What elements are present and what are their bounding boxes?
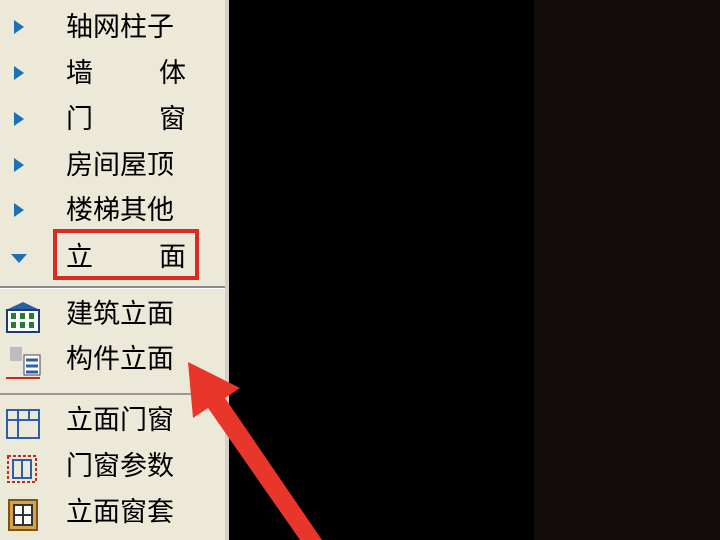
window-frame-icon (8, 499, 38, 531)
expand-arrow-icon (14, 112, 24, 126)
door-window-params-icon (7, 455, 37, 483)
category-label-right: 窗 (159, 104, 186, 135)
menu-item-window-frame[interactable]: 立面窗套 (0, 490, 225, 536)
elevation-door-window-icon (6, 409, 40, 439)
drawing-canvas[interactable] (229, 0, 534, 540)
category-axis-column[interactable]: 轴网柱子 (0, 6, 225, 50)
building-elevation-icon (6, 302, 40, 333)
category-label-left: 门 (66, 104, 93, 135)
menu-item-label: 构件立面 (66, 344, 174, 375)
category-label-left: 墙 (66, 58, 93, 89)
collapse-arrow-icon (11, 254, 27, 263)
category-label: 墙 体 (66, 52, 186, 96)
menu-item-label: 门窗参数 (66, 451, 174, 482)
expand-arrow-icon (14, 158, 24, 172)
drawing-canvas-right[interactable] (534, 0, 720, 540)
menu-item-label: 立面门窗 (66, 405, 174, 436)
category-room-roof[interactable]: 房间屋顶 (0, 144, 225, 188)
expand-arrow-icon (14, 203, 24, 217)
category-label: 房间屋顶 (66, 150, 174, 181)
menu-item-label: 立面窗套 (66, 497, 174, 528)
component-elevation-icon (6, 347, 41, 379)
menu-item-elevation-door-window[interactable]: 立面门窗 (0, 398, 225, 444)
category-label: 门 窗 (66, 98, 186, 142)
category-stair-other[interactable]: 楼梯其他 (0, 189, 225, 233)
category-label-right: 体 (159, 58, 186, 89)
menu-item-building-elevation[interactable]: 建筑立面 (0, 292, 225, 338)
category-wall[interactable]: 墙 体 (0, 52, 225, 96)
category-label: 轴网柱子 (66, 12, 174, 43)
menu-item-component-elevation[interactable]: 构件立面 (0, 337, 225, 383)
category-door-window[interactable]: 门 窗 (0, 98, 225, 142)
expand-arrow-icon (14, 20, 24, 34)
menu-item-label: 建筑立面 (66, 299, 174, 330)
divider (0, 393, 225, 395)
divider-highlight (0, 288, 225, 289)
highlight-box (53, 229, 199, 280)
category-label: 楼梯其他 (66, 195, 174, 226)
expand-arrow-icon (14, 66, 24, 80)
screen-menu-panel: 轴网柱子 墙 体 门 窗 房间屋顶 楼梯其他 立 面 建筑立面 构件立面 立面门… (0, 0, 225, 540)
menu-item-door-window-params[interactable]: 门窗参数 (0, 444, 225, 490)
